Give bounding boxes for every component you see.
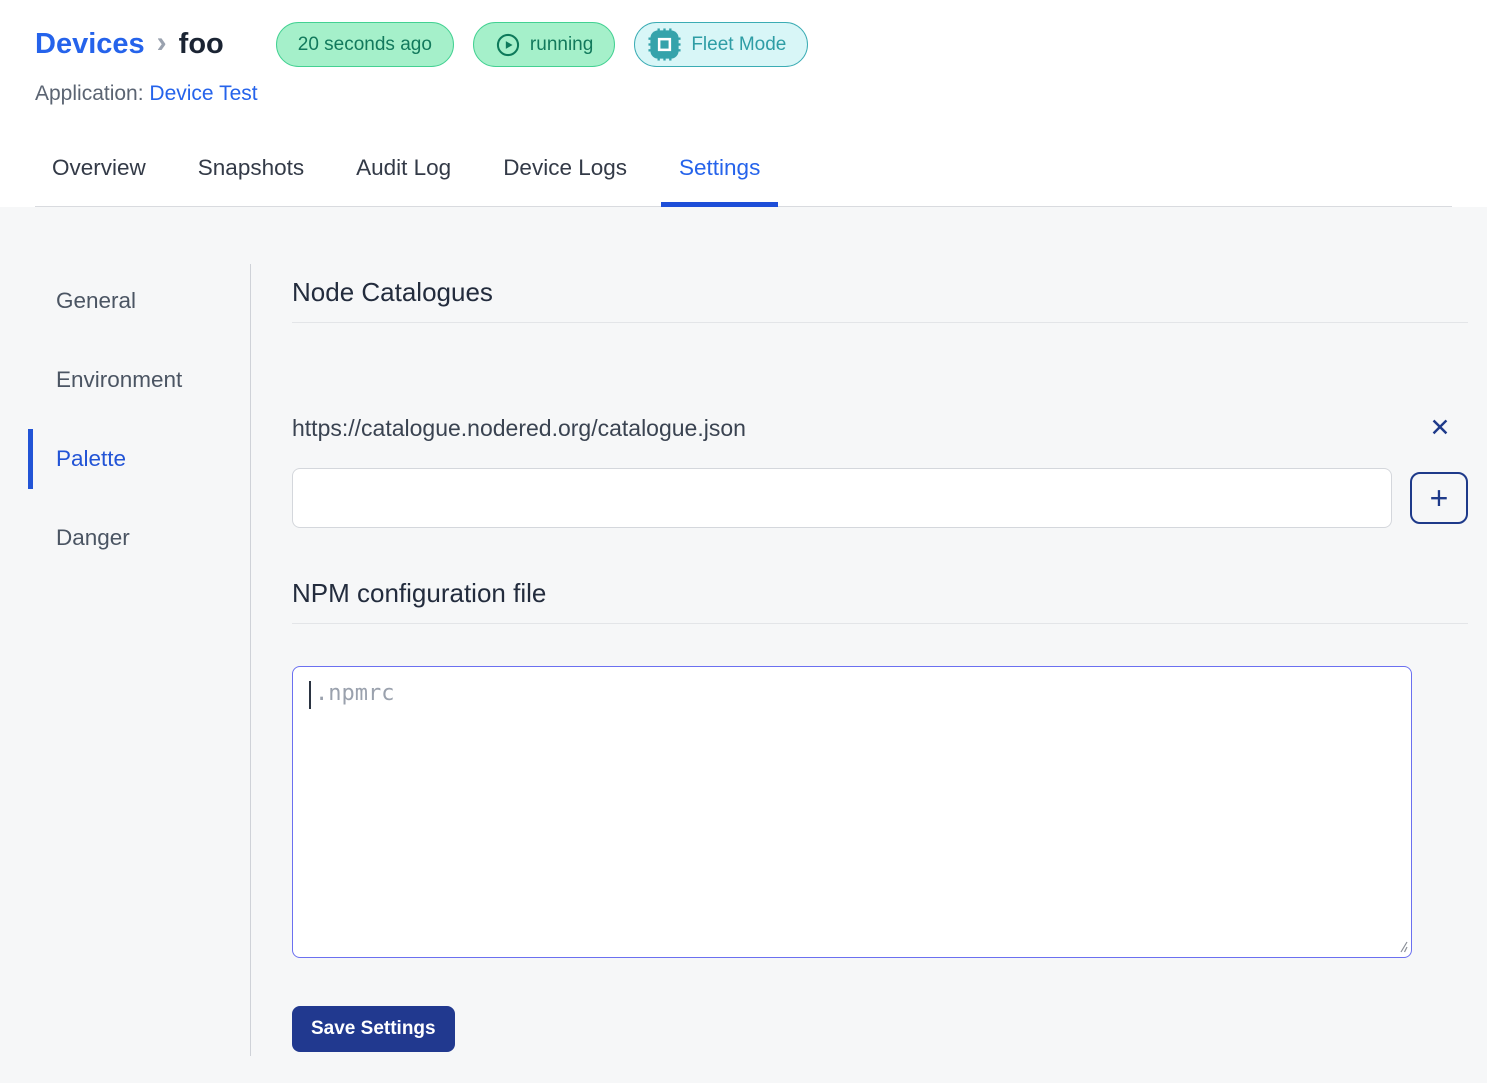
status-badge-label: running [530, 34, 593, 56]
settings-sidebar: General Environment Palette Danger [0, 207, 250, 1083]
npm-config-textarea[interactable] [292, 666, 1412, 958]
status-badge: running [473, 22, 615, 67]
breadcrumb-device-name: foo [179, 28, 224, 61]
chevron-right-icon: › [157, 28, 167, 62]
catalogue-url-input[interactable] [292, 468, 1392, 528]
play-circle-icon [495, 32, 521, 58]
node-catalogues-title: Node Catalogues [292, 277, 1468, 323]
sidebar-item-palette[interactable]: Palette [0, 435, 250, 483]
tab-snapshots[interactable]: Snapshots [198, 147, 304, 206]
npm-config-wrapper [292, 666, 1412, 958]
tab-bar: Overview Snapshots Audit Log Device Logs… [35, 133, 1452, 207]
sidebar-item-environment[interactable]: Environment [0, 356, 250, 404]
close-icon[interactable]: ✕ [1412, 416, 1468, 441]
tab-audit-log[interactable]: Audit Log [356, 147, 451, 206]
add-catalogue-row: + [292, 468, 1468, 528]
page-header: Devices › foo 20 seconds ago running [0, 0, 1487, 207]
resize-handle[interactable] [1394, 939, 1408, 953]
sidebar-item-danger[interactable]: Danger [0, 514, 250, 562]
palette-settings-panel: Node Catalogues https://catalogue.nodere… [250, 207, 1487, 1083]
cpu-chip-icon [647, 27, 682, 62]
tab-device-logs[interactable]: Device Logs [503, 147, 627, 206]
settings-content: General Environment Palette Danger Node … [0, 207, 1487, 1083]
sidebar-divider [250, 264, 251, 1056]
mode-badge: Fleet Mode [634, 22, 808, 67]
status-badges: 20 seconds ago running [276, 22, 809, 67]
breadcrumb-devices-link[interactable]: Devices [35, 28, 145, 61]
catalogue-list-item: https://catalogue.nodered.org/catalogue.… [292, 415, 1468, 442]
tab-settings[interactable]: Settings [679, 147, 760, 206]
breadcrumb: Devices › foo 20 seconds ago running [35, 22, 1452, 67]
sidebar-item-general[interactable]: General [0, 277, 250, 325]
tab-overview[interactable]: Overview [52, 147, 146, 206]
mode-badge-label: Fleet Mode [691, 34, 786, 56]
npm-config-title: NPM configuration file [292, 578, 1468, 624]
plus-icon[interactable]: + [1410, 472, 1468, 524]
save-settings-button[interactable]: Save Settings [292, 1006, 455, 1052]
catalogue-url: https://catalogue.nodered.org/catalogue.… [292, 415, 1412, 442]
application-link[interactable]: Device Test [149, 82, 257, 105]
last-seen-badge: 20 seconds ago [276, 22, 454, 67]
application-label: Application: [35, 82, 144, 105]
application-row: Application: Device Test [35, 82, 1452, 106]
last-seen-badge-label: 20 seconds ago [298, 34, 432, 56]
